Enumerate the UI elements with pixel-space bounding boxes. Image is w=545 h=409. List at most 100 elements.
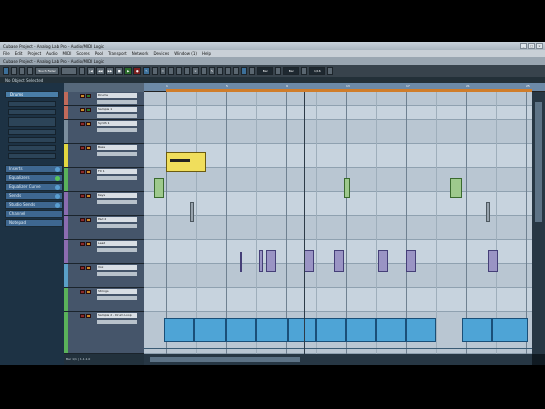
menu-edit[interactable]: Edit xyxy=(15,51,23,56)
midi-part[interactable] xyxy=(166,152,206,172)
menu-network[interactable]: Network xyxy=(132,51,149,56)
mute-tool[interactable]: × xyxy=(192,67,199,75)
inspector-toggle-button[interactable] xyxy=(19,67,25,75)
record-enable-button[interactable] xyxy=(80,194,85,198)
audio-event[interactable] xyxy=(164,318,194,342)
mute-button[interactable] xyxy=(86,314,91,318)
project-cursor[interactable] xyxy=(304,92,305,354)
menu-help[interactable]: Help xyxy=(202,51,211,56)
mute-button[interactable] xyxy=(86,146,91,150)
stop-button[interactable]: ■ xyxy=(115,67,124,75)
infoline-toggle-button[interactable] xyxy=(27,67,33,75)
midi-part[interactable] xyxy=(240,252,242,272)
mute-button[interactable] xyxy=(80,94,85,98)
audio-event[interactable] xyxy=(256,318,288,342)
minimize-button[interactable]: _ xyxy=(520,43,527,49)
track-row[interactable]: Bass xyxy=(64,144,144,168)
record-enable-button[interactable] xyxy=(80,218,85,222)
go-to-start-button[interactable]: |◀ xyxy=(87,67,95,75)
inspector-pan[interactable] xyxy=(8,129,56,135)
midi-part[interactable] xyxy=(486,202,490,222)
forward-button[interactable]: ▶▶ xyxy=(105,67,115,75)
inspector-section-eq-curve[interactable]: Equalizer Curve xyxy=(5,183,63,191)
inspector-section-channel[interactable]: Channel xyxy=(5,210,63,218)
mute-button[interactable] xyxy=(80,108,85,112)
vertical-scrollbar[interactable] xyxy=(532,92,545,354)
mute-button[interactable] xyxy=(86,170,91,174)
track-row[interactable]: Drums xyxy=(64,92,144,106)
range-tool[interactable] xyxy=(151,67,158,75)
inspector-output-routing[interactable] xyxy=(8,153,56,159)
inspector-section-studio-sends[interactable]: Studio Sends xyxy=(5,201,63,209)
midi-part[interactable] xyxy=(190,202,194,222)
menu-window[interactable]: Window (1) xyxy=(174,51,197,56)
horizontal-scroll-thumb[interactable] xyxy=(150,357,300,362)
menu-file[interactable]: File xyxy=(3,51,10,56)
event-display[interactable] xyxy=(144,92,532,354)
mute-button[interactable] xyxy=(86,242,91,246)
audio-event[interactable] xyxy=(316,318,346,342)
inspector-delay[interactable] xyxy=(8,137,56,143)
inspector-section-notepad[interactable]: Notepad xyxy=(5,219,63,227)
quantize-select[interactable]: 1/16 xyxy=(309,67,326,75)
track-row[interactable]: Sample 1 xyxy=(64,106,144,120)
menu-midi[interactable]: MIDI xyxy=(63,51,72,56)
inspector-section-sends[interactable]: Sends xyxy=(5,192,63,200)
mute-button[interactable] xyxy=(86,290,91,294)
quantize-button[interactable] xyxy=(301,67,308,75)
play-tool[interactable] xyxy=(225,67,232,75)
track-name[interactable]: Drums xyxy=(97,93,137,98)
position-select[interactable] xyxy=(61,67,77,75)
erase-tool[interactable] xyxy=(176,67,183,75)
audio-event[interactable] xyxy=(288,318,316,342)
track-name[interactable]: Pad 2 xyxy=(97,217,137,222)
color-select-button[interactable] xyxy=(327,67,334,75)
midi-part[interactable] xyxy=(406,250,416,272)
draw-tool[interactable]: ✎ xyxy=(208,67,216,75)
record-enable-button[interactable] xyxy=(80,266,85,270)
track-row[interactable]: FX 1 xyxy=(64,168,144,192)
midi-part[interactable] xyxy=(259,250,263,272)
inspector-volume[interactable] xyxy=(8,117,56,127)
track-row[interactable]: Synth 1 xyxy=(64,120,144,144)
track-row[interactable]: Vox xyxy=(64,264,144,288)
constrain-delay-button[interactable] xyxy=(11,67,17,75)
track-name[interactable]: Strings xyxy=(97,289,137,294)
track-name[interactable]: Sample 1 xyxy=(97,107,137,112)
zoom-tool[interactable] xyxy=(184,67,191,75)
audio-event[interactable] xyxy=(462,318,492,342)
record-enable-button[interactable] xyxy=(80,242,85,246)
record-enable-button[interactable] xyxy=(80,146,85,150)
horizontal-scrollbar[interactable] xyxy=(144,354,532,365)
menu-audio[interactable]: Audio xyxy=(46,51,57,56)
inspector-track-header[interactable]: Drums xyxy=(5,91,59,98)
mute-button[interactable] xyxy=(86,266,91,270)
audio-event[interactable] xyxy=(194,318,226,342)
solo-button[interactable] xyxy=(86,108,91,112)
color-tool[interactable] xyxy=(233,67,240,75)
menu-transport[interactable]: Transport xyxy=(108,51,127,56)
auto-scroll-button[interactable] xyxy=(241,67,248,75)
audio-event[interactable] xyxy=(406,318,436,342)
audio-event[interactable] xyxy=(376,318,406,342)
menu-scores[interactable]: Scores xyxy=(76,51,89,56)
track-row[interactable]: Strings xyxy=(64,288,144,312)
audio-event[interactable] xyxy=(450,178,462,198)
menu-devices[interactable]: Devices xyxy=(153,51,169,56)
solo-button[interactable] xyxy=(86,94,91,98)
close-button[interactable]: × xyxy=(536,43,543,49)
record-enable-button[interactable] xyxy=(80,122,85,126)
track-name[interactable]: Lead xyxy=(97,241,137,246)
track-row[interactable]: Pad 2 xyxy=(64,216,144,240)
time-warp-tool[interactable] xyxy=(200,67,207,75)
record-enable-button[interactable] xyxy=(80,314,85,318)
track-row[interactable]: Keys xyxy=(64,192,144,216)
play-button[interactable]: ▶ xyxy=(124,67,133,75)
track-name[interactable]: Bass xyxy=(97,145,137,150)
menu-project[interactable]: Project xyxy=(27,51,41,56)
snap-button[interactable] xyxy=(249,67,256,75)
mute-button[interactable] xyxy=(86,218,91,222)
timeline-ruler[interactable]: 1 5 9 13 17 21 25 xyxy=(144,83,545,92)
track-row[interactable]: Lead xyxy=(64,240,144,264)
line-tool[interactable] xyxy=(217,67,224,75)
